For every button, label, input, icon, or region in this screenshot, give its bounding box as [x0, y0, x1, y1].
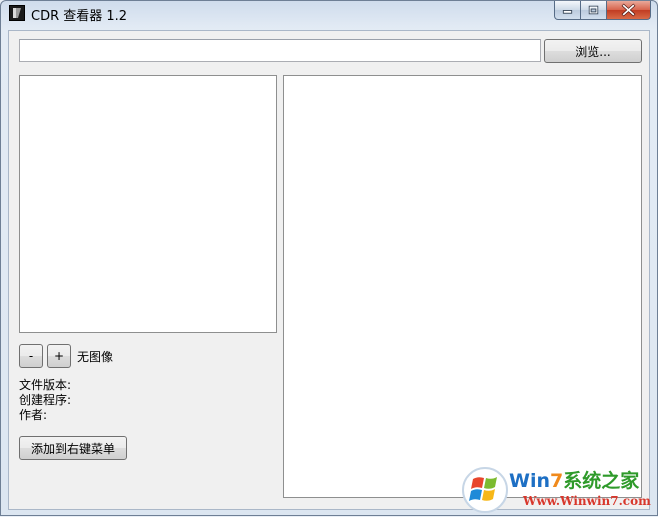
client-area: 浏览... - + 无图像 文件版本: 创建程序: 作者: 添加到右键菜单: [8, 30, 650, 510]
creator-program-label: 创建程序:: [19, 393, 72, 407]
close-icon: [621, 3, 636, 17]
image-preview-pane: [283, 75, 642, 498]
watermark-url: Www.Winwin7.com: [523, 494, 651, 508]
watermark: Win7系统之家 Www.Winwin7.com: [461, 463, 658, 517]
app-window: CDR 查看器 1.2 浏览... - + 无图像 文件版本: 创建程序: 作者…: [0, 0, 658, 516]
close-button[interactable]: [607, 1, 651, 20]
zoom-in-button[interactable]: +: [47, 344, 71, 368]
author-label: 作者:: [19, 408, 48, 422]
add-to-context-menu-button[interactable]: 添加到右键菜单: [19, 436, 127, 460]
windows-flag-logo-icon: [462, 467, 508, 513]
watermark-brand-digit: 7: [550, 470, 564, 492]
maximize-icon: [588, 5, 599, 15]
file-version-label: 文件版本:: [19, 378, 72, 392]
minimize-icon: [562, 10, 573, 14]
watermark-brand-prefix: Win: [509, 470, 550, 492]
image-status-label: 无图像: [77, 350, 114, 364]
thumbnail-preview-pane: [19, 75, 277, 333]
file-path-input[interactable]: [19, 39, 541, 62]
maximize-button[interactable]: [581, 1, 607, 20]
watermark-brand: Win7系统之家: [509, 466, 639, 493]
browse-button[interactable]: 浏览...: [544, 39, 642, 63]
minimize-button[interactable]: [554, 1, 581, 20]
caption-buttons: [554, 1, 651, 21]
window-title: CDR 查看器 1.2: [31, 9, 128, 24]
title-bar[interactable]: CDR 查看器 1.2: [1, 1, 657, 25]
zoom-out-button[interactable]: -: [19, 344, 43, 368]
cdr-app-icon: [9, 5, 25, 21]
watermark-brand-suffix: 系统之家: [563, 470, 640, 492]
